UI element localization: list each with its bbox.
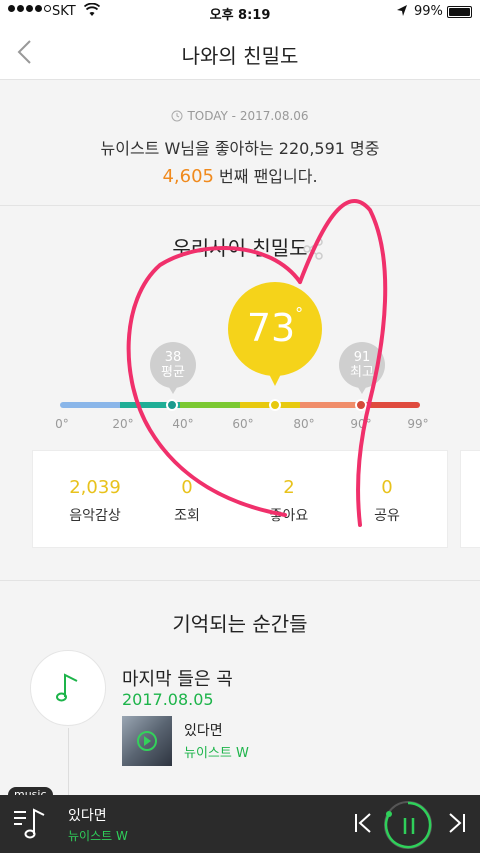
song-artist[interactable]: 뉴이스트 W [184, 742, 249, 761]
stat-shares: 0 공유 [337, 451, 437, 549]
max-marker [355, 399, 367, 411]
fan-rank-suffix: 번째 팬입니다. [213, 167, 318, 186]
previous-button[interactable] [352, 812, 374, 838]
next-button[interactable] [446, 812, 468, 838]
music-note-icon [56, 673, 78, 702]
music-note-badge [30, 650, 106, 726]
stats-card[interactable]: 2,039 음악감상 0 조회 2 좋아요 0 공유 [32, 450, 448, 548]
stat-value: 2 [283, 477, 295, 498]
scale-segment [180, 402, 240, 408]
status-bar: SKT 오후 8:19 99% [0, 0, 480, 24]
intimacy-title: 우리사이 친밀도 [172, 236, 308, 260]
stat-label: 공유 [374, 508, 400, 524]
stat-label: 조회 [174, 508, 200, 524]
stat-likes: 2 좋아요 [239, 451, 339, 549]
player-song-title[interactable]: 있다면 [68, 805, 107, 825]
average-bubble: 38 평균 [150, 342, 196, 394]
intimacy-score-bubble: 73° [228, 282, 322, 386]
nav-bar: 나와의 친밀도 [0, 24, 480, 80]
song-title[interactable]: 있다면 [184, 720, 223, 740]
stat-value: 0 [181, 477, 193, 498]
previous-icon [355, 813, 371, 833]
stat-label: 좋아요 [269, 508, 309, 524]
intimacy-score: 73° [246, 304, 304, 350]
battery-percent: 99% [414, 4, 443, 19]
share-icon[interactable] [302, 238, 324, 264]
scale-tick-label: 0° [55, 417, 69, 431]
stat-value: 0 [381, 477, 393, 498]
scale-segment [60, 402, 120, 408]
play-icon[interactable] [137, 731, 157, 751]
scale-segment [300, 402, 360, 408]
pause-button[interactable] [384, 801, 432, 849]
scale-tick-label: 90° [350, 417, 372, 431]
playlist-icon[interactable] [12, 806, 48, 846]
today-date-label: TODAY - 2017.08.06 [187, 109, 309, 123]
scale-tick-label: 60° [232, 417, 254, 431]
score-marker [269, 399, 281, 411]
max-label: 최고 [350, 365, 374, 380]
today-summary: TODAY - 2017.08.06 뉴이스트 W님을 좋아하는 220,591… [0, 81, 480, 206]
fan-rank-text: 4,605 번째 팬입니다. [0, 163, 480, 187]
pause-icon [403, 818, 415, 834]
scale-tick-label: 20° [112, 417, 134, 431]
battery-icon [447, 6, 472, 18]
album-art[interactable] [122, 716, 172, 766]
scale-tick-label: 40° [172, 417, 194, 431]
moment-title: 마지막 들은 곡 [122, 669, 233, 690]
location-arrow-icon [396, 4, 408, 22]
clock: 오후 8:19 [209, 8, 271, 23]
max-bubble: 91 최고 [339, 342, 385, 394]
max-value: 91 [353, 350, 371, 365]
player-artist[interactable]: 뉴이스트 W [68, 827, 128, 844]
fan-rank-number: 4,605 [162, 166, 214, 187]
moments-title: 기억되는 순간들 [172, 612, 308, 636]
timeline-line [68, 728, 69, 798]
scale-segment [360, 402, 420, 408]
moment-date: 2017.08.05 [122, 690, 214, 709]
fan-count-text: 뉴이스트 W님을 좋아하는 220,591 명중 [100, 139, 380, 158]
page-title: 나와의 친밀도 [181, 44, 299, 68]
scale-tick-label: 80° [293, 417, 315, 431]
average-value: 38 [164, 350, 182, 365]
today-date: TODAY - 2017.08.06 [0, 109, 480, 123]
clock-icon [171, 110, 183, 122]
next-icon [449, 813, 465, 833]
stat-views: 0 조회 [137, 451, 237, 549]
next-stats-card-peek[interactable] [460, 450, 480, 548]
average-marker [166, 399, 178, 411]
scale-tick-label: 99° [407, 417, 429, 431]
average-label: 평균 [161, 365, 185, 380]
